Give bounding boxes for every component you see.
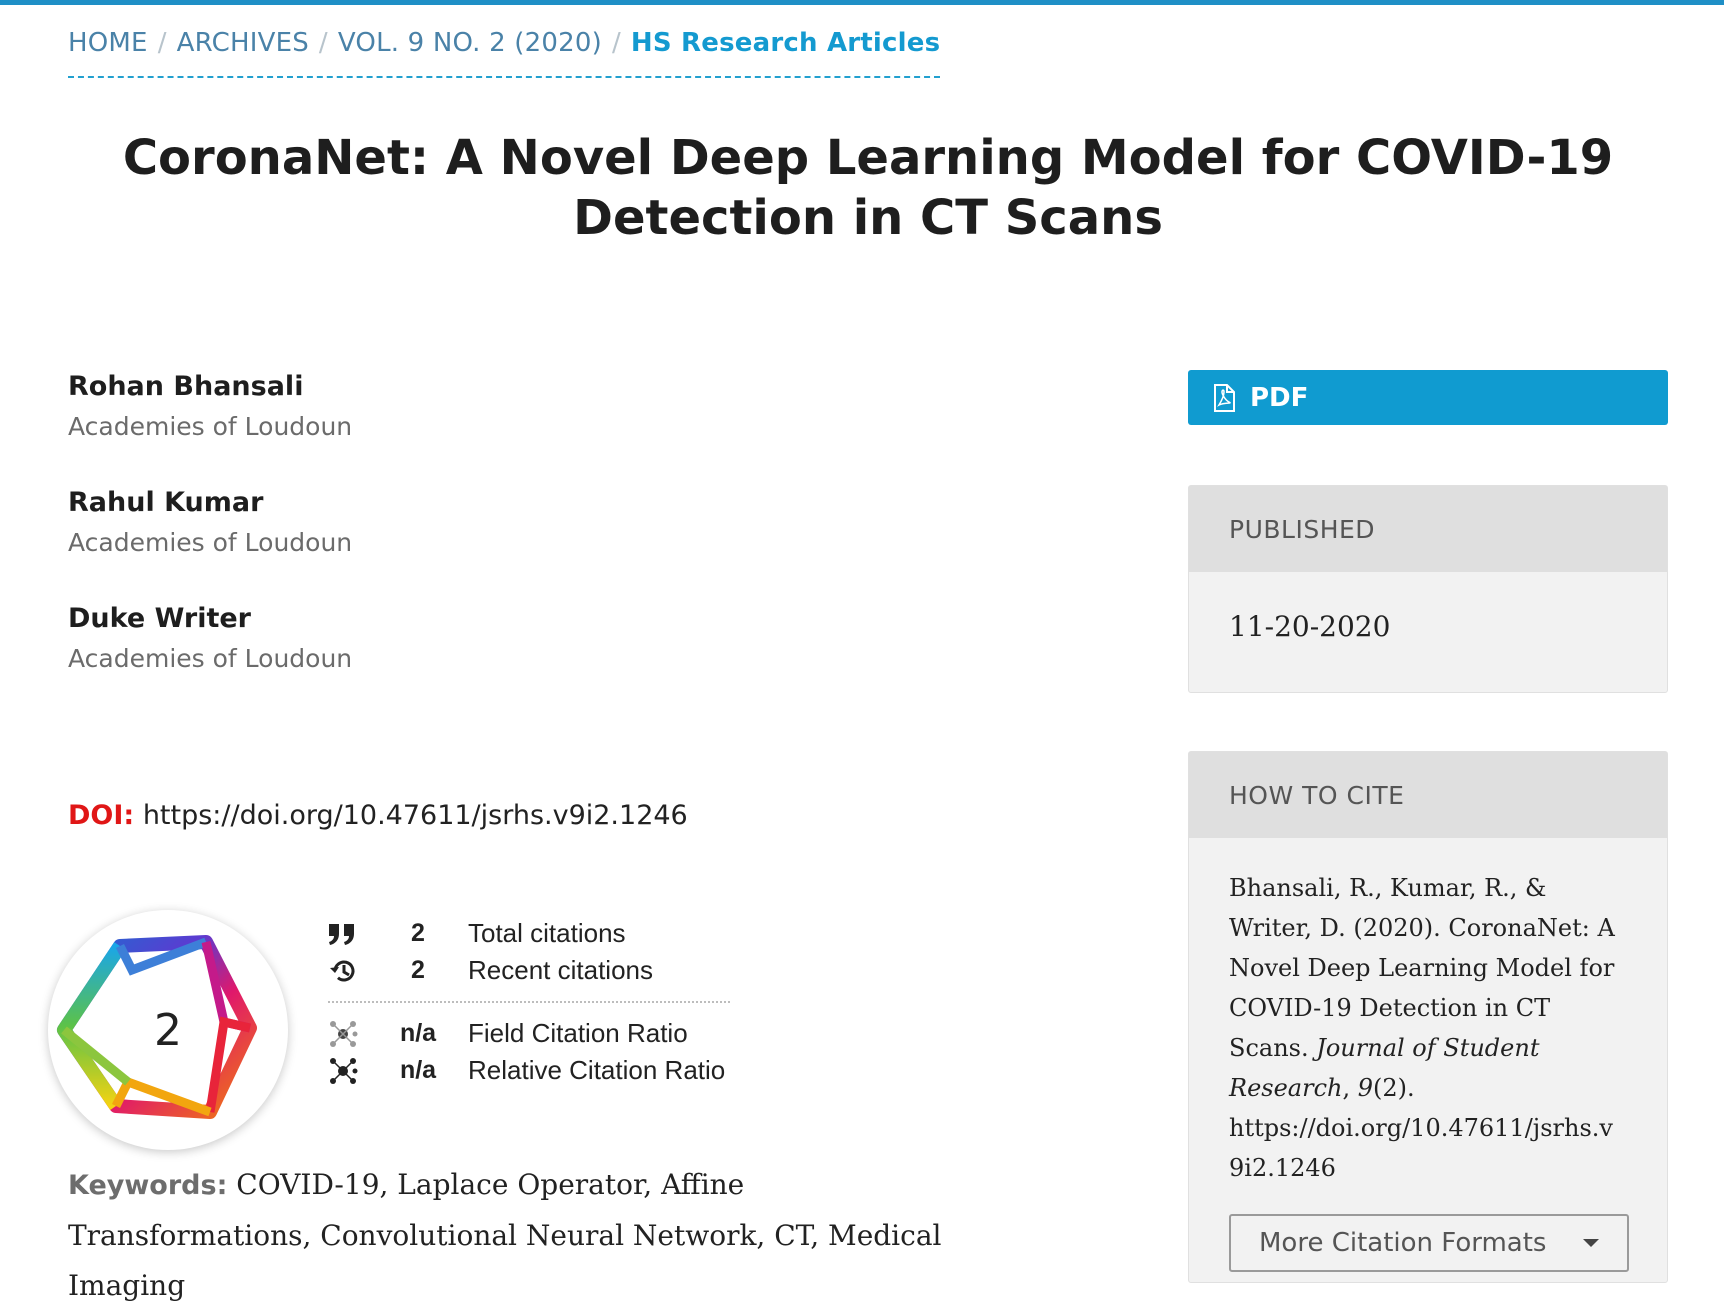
quote-icon: [328, 919, 368, 949]
metric-label: Field Citation Ratio: [468, 1018, 688, 1048]
dimensions-badge[interactable]: 2: [48, 910, 288, 1150]
author-name: Rahul Kumar: [68, 487, 264, 518]
metric-value: 2: [411, 956, 425, 984]
metric-field-citation-ratio: n/a Field Citation Ratio: [328, 1015, 730, 1052]
pdf-download-button[interactable]: PDF: [1188, 370, 1668, 425]
author-name: Rohan Bhansali: [68, 371, 304, 402]
citation-url: https://doi.org/10.47611/jsrhs.v9i2.1246: [1229, 1114, 1613, 1182]
how-to-cite-panel: HOW TO CITE Bhansali, R., Kumar, R., & W…: [1188, 751, 1668, 1283]
doi-label: DOI:: [68, 800, 135, 831]
citation-metrics: 2 Total citations 2 Recent citations n/a…: [328, 915, 730, 1089]
breadcrumb-separator: /: [611, 28, 621, 58]
metric-value: n/a: [399, 1056, 437, 1084]
author-item: Rahul Kumar Academies of Loudoun: [68, 486, 968, 562]
citation-issue: (2).: [1373, 1074, 1415, 1102]
breadcrumb-issue-link[interactable]: VOL. 9 NO. 2 (2020): [338, 28, 602, 58]
metric-label: Recent citations: [468, 955, 653, 985]
more-citation-formats-label: More Citation Formats: [1259, 1228, 1547, 1258]
breadcrumb-separator: /: [157, 28, 167, 58]
article-title: CoronaNet: A Novel Deep Learning Model f…: [122, 130, 1614, 246]
badge-citation-count: 2: [154, 1005, 182, 1056]
pdf-icon: [1212, 383, 1236, 412]
network-icon: [328, 1019, 368, 1049]
author-item: Rohan Bhansali Academies of Loudoun: [68, 370, 968, 446]
author-item: Duke Writer Academies of Loudoun: [68, 602, 968, 678]
author-list: Rohan Bhansali Academies of Loudoun Rahu…: [68, 370, 968, 718]
metric-label: Total citations: [468, 918, 626, 948]
metric-divider: [328, 1001, 730, 1003]
published-heading: PUBLISHED: [1189, 486, 1667, 572]
keywords: Keywords: COVID-19, Laplace Operator, Af…: [68, 1160, 968, 1311]
author-affiliation: Academies of Loudoun: [68, 528, 353, 557]
published-panel: PUBLISHED 11-20-2020: [1188, 485, 1668, 693]
history-icon: [328, 956, 368, 986]
doi-link[interactable]: https://doi.org/10.47611/jsrhs.v9i2.1246: [143, 800, 688, 831]
chevron-down-icon: [1583, 1239, 1599, 1247]
network-icon: [328, 1056, 368, 1086]
more-citation-formats-dropdown[interactable]: More Citation Formats: [1229, 1214, 1629, 1272]
author-affiliation: Academies of Loudoun: [68, 412, 353, 441]
metric-recent-citations: 2 Recent citations: [328, 952, 730, 989]
author-affiliation: Academies of Loudoun: [68, 644, 353, 673]
pdf-button-label: PDF: [1250, 382, 1309, 413]
citation-volume: 9: [1357, 1074, 1374, 1102]
citation-text: Bhansali, R., Kumar, R., & Writer, D. (2…: [1229, 874, 1615, 1182]
how-to-cite-heading: HOW TO CITE: [1189, 752, 1667, 838]
keywords-label: Keywords:: [68, 1170, 228, 1201]
metric-relative-citation-ratio: n/a Relative Citation Ratio: [328, 1052, 730, 1089]
doi-line: DOI: https://doi.org/10.47611/jsrhs.v9i2…: [68, 800, 688, 831]
metric-value: 2: [411, 919, 425, 947]
metric-total-citations: 2 Total citations: [328, 915, 730, 952]
breadcrumb: HOME / ARCHIVES / VOL. 9 NO. 2 (2020) / …: [68, 28, 941, 78]
breadcrumb-separator: /: [318, 28, 328, 58]
breadcrumb-archives-link[interactable]: ARCHIVES: [177, 28, 309, 58]
metric-value: n/a: [399, 1019, 437, 1047]
metric-label: Relative Citation Ratio: [468, 1055, 726, 1085]
top-accent-line: [0, 0, 1724, 5]
author-name: Duke Writer: [68, 603, 251, 634]
published-date: 11-20-2020: [1229, 610, 1391, 643]
breadcrumb-home-link[interactable]: HOME: [68, 28, 148, 58]
breadcrumb-section-link[interactable]: HS Research Articles: [631, 28, 940, 58]
